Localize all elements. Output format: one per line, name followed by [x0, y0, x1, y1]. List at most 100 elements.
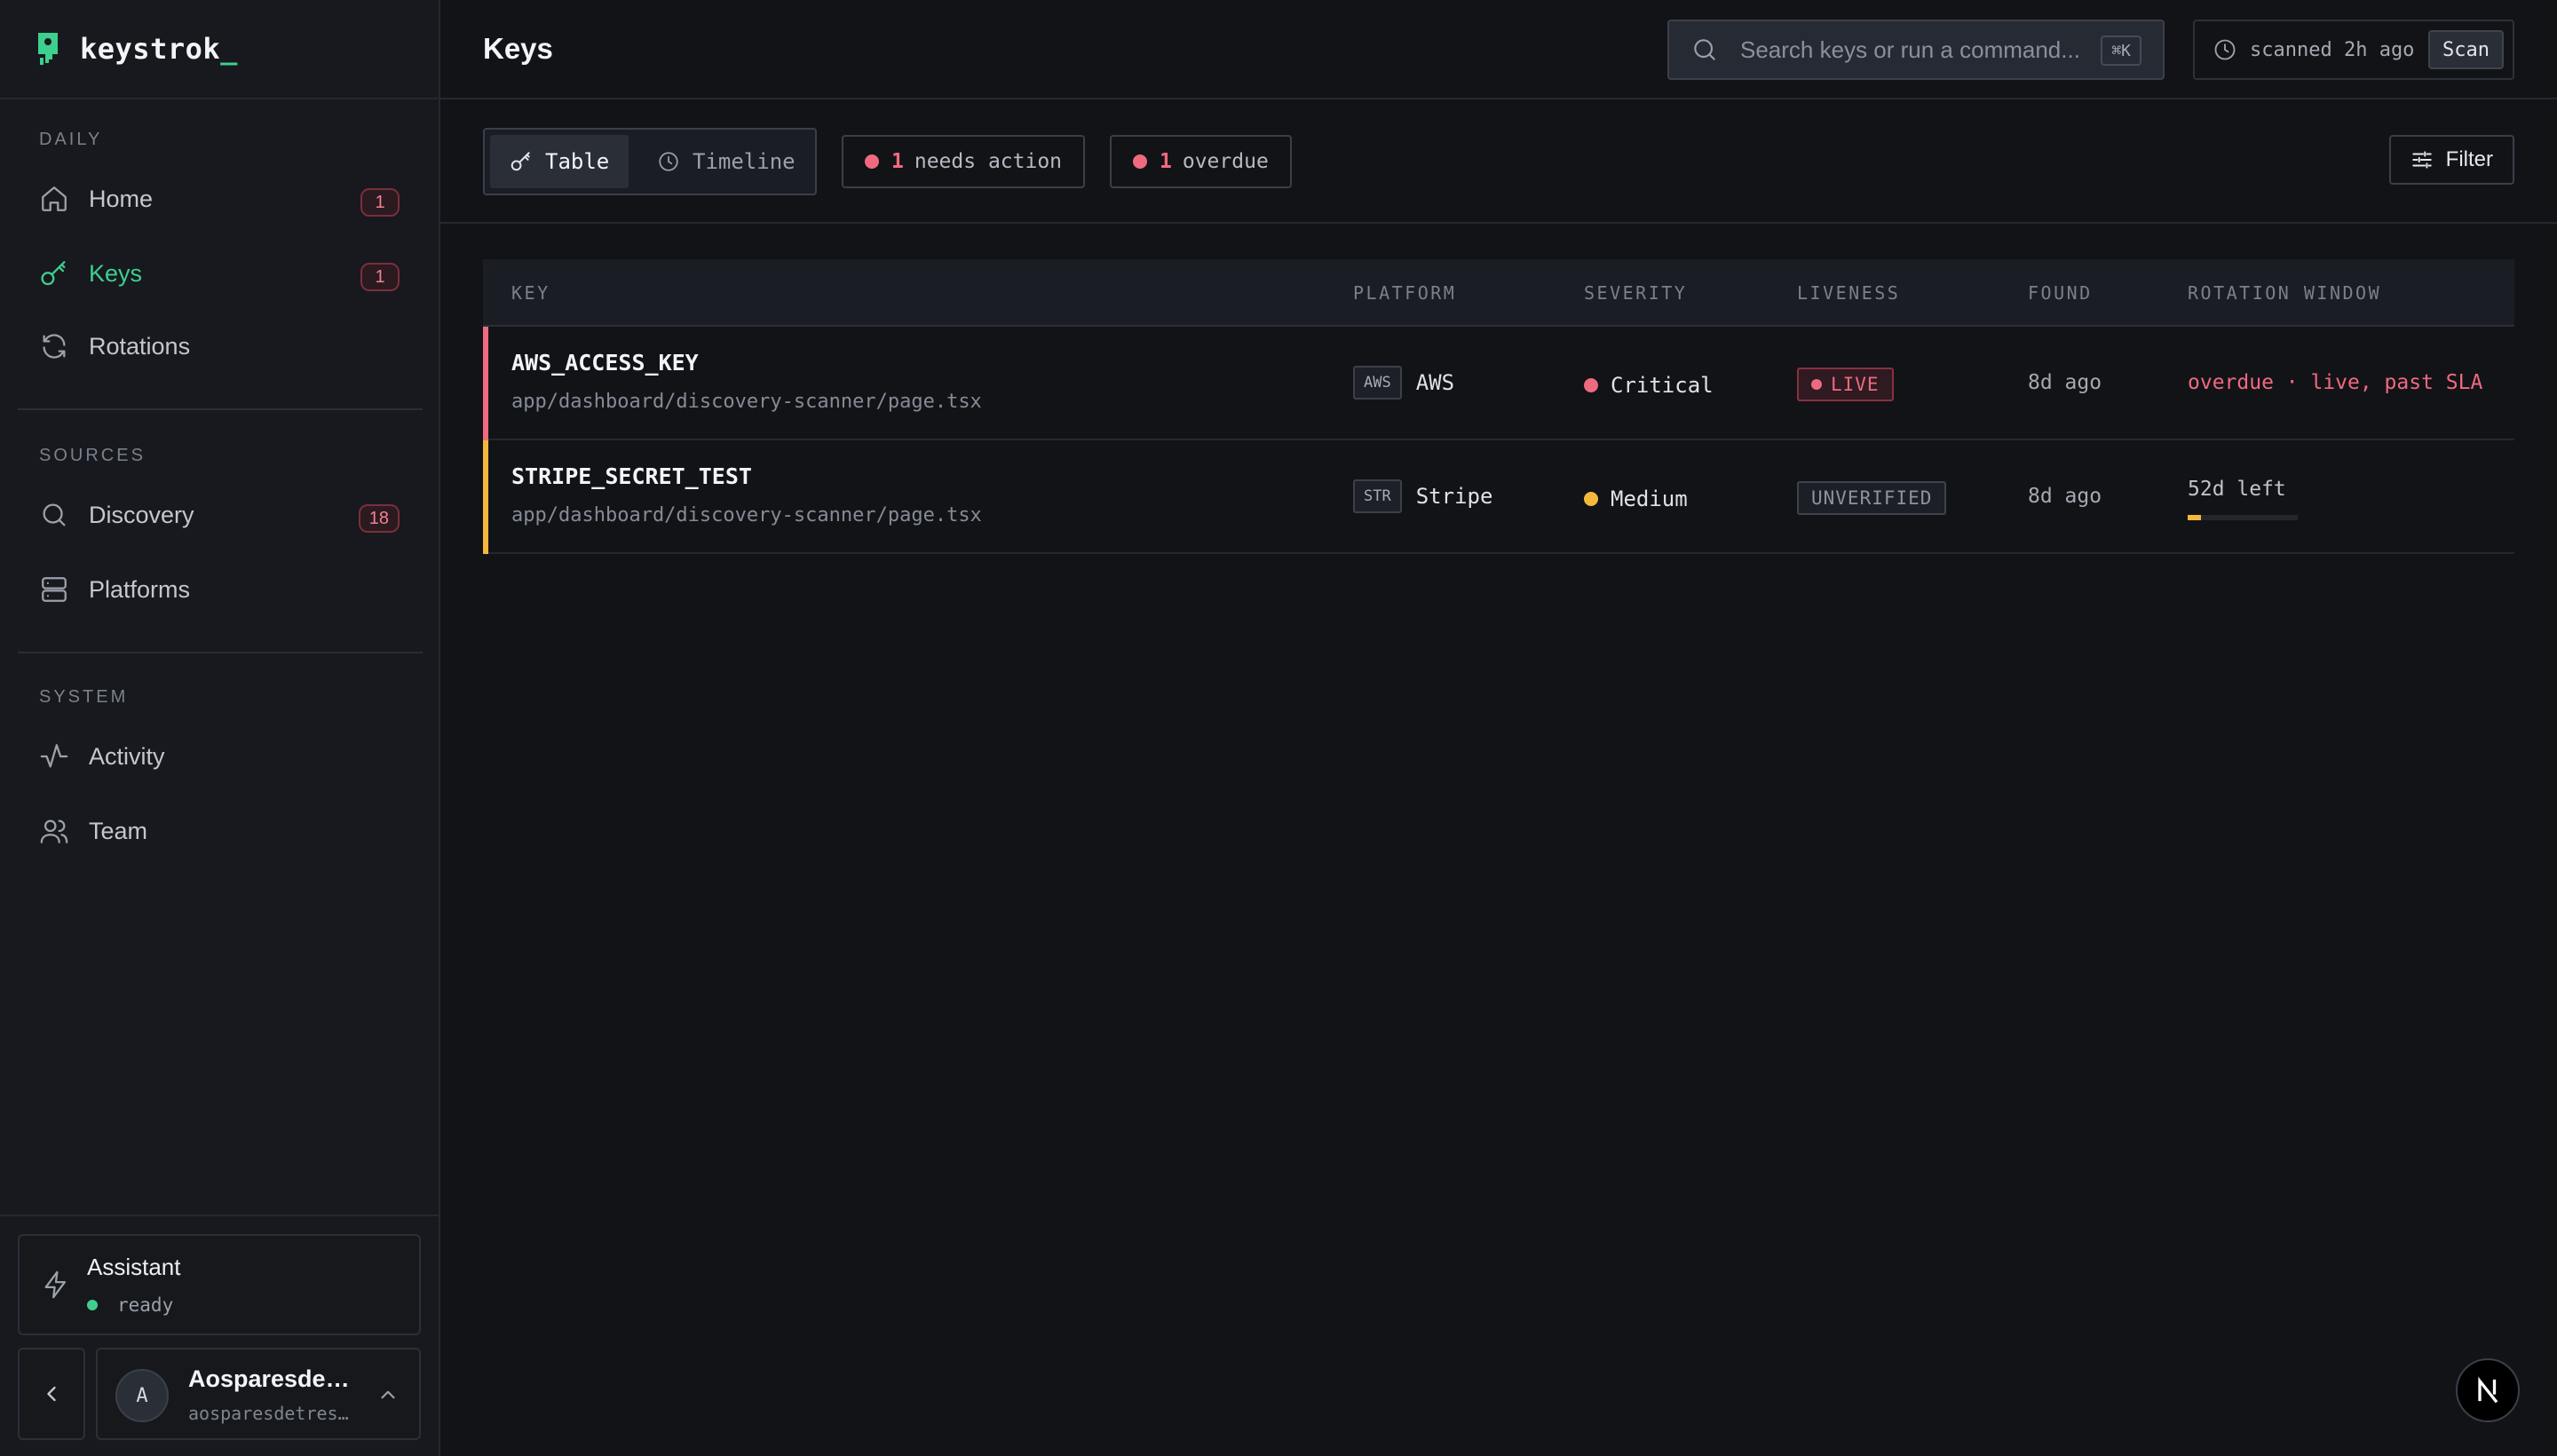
search-icon	[43, 503, 66, 526]
key-path: app/dashboard/discovery-scanner/page.tsx	[511, 391, 982, 413]
user-email: aosparesdetres…	[188, 1403, 349, 1424]
severity-cell: Medium	[1584, 487, 1688, 511]
column-header-key[interactable]: KEY	[511, 282, 550, 304]
rotation-window: overdue · live, past SLA	[2188, 371, 2483, 394]
clock-icon	[659, 152, 678, 171]
key-path: app/dashboard/discovery-scanner/page.tsx	[511, 504, 982, 526]
needs-action-filter-chip[interactable]: 1 needs action	[842, 135, 1086, 188]
sidebar-item-discovery[interactable]: Discovery 18	[18, 485, 423, 545]
zap-icon	[44, 1270, 67, 1299]
sidebar-item-label: Team	[89, 817, 148, 844]
sidebar-item-label: Activity	[89, 742, 165, 770]
view-toggle: Table Timeline	[483, 128, 817, 195]
sidebar-item-home[interactable]: Home 1	[18, 169, 423, 229]
sidebar-item-label: Rotations	[89, 332, 191, 360]
avatar: A	[115, 1369, 169, 1422]
table-row[interactable]: AWS_ACCESS_KEY app/dashboard/discovery-s…	[483, 327, 2514, 440]
keys-table: KEY PLATFORM SEVERITY LIVENESS FOUND ROT…	[483, 259, 2514, 554]
sidebar-item-activity[interactable]: Activity	[18, 726, 423, 787]
found-time: 8d ago	[2028, 485, 2102, 508]
next-logo-icon	[2478, 1376, 2498, 1404]
shortcut-hint: ⌘K	[2101, 36, 2141, 66]
severity-dot	[1584, 378, 1598, 392]
scan-status: scanned 2h ago Scan	[2193, 20, 2514, 80]
severity-dot	[1584, 492, 1598, 506]
divider	[18, 652, 423, 653]
sidebar-footer: Assistant ready A Aosparesdet… aosparesd…	[0, 1215, 440, 1456]
home-icon	[42, 186, 67, 211]
view-table-tab[interactable]: Table	[490, 135, 629, 188]
rotation-progress-bar	[2188, 515, 2298, 520]
rotation-progress-fill	[2188, 515, 2201, 520]
toolbar: Table Timeline 1 needs action 1 overdue …	[440, 99, 2557, 224]
live-dot	[1811, 379, 1822, 390]
status-dot	[865, 154, 879, 169]
table-row[interactable]: STRIPE_SECRET_TEST app/dashboard/discove…	[483, 440, 2514, 554]
clock-icon	[2214, 39, 2236, 60]
platform-code-badge: AWS	[1353, 366, 1402, 400]
key-icon	[41, 261, 66, 286]
filter-button[interactable]: Filter	[2388, 135, 2514, 185]
key-icon	[511, 152, 530, 171]
assistant-status: ready	[87, 1294, 173, 1316]
sidebar: keystrok_ DAILY Home 1 Keys 1 Rotations …	[0, 0, 440, 1456]
page-title: Keys	[483, 32, 553, 65]
sidebar-item-label: Keys	[89, 259, 143, 287]
column-header-platform[interactable]: PLATFORM	[1353, 282, 1456, 304]
platform-cell: STR Stripe	[1353, 479, 1492, 513]
column-header-rotation-window[interactable]: ROTATION WINDOW	[2188, 282, 2381, 304]
sidebar-item-label: Discovery	[89, 501, 194, 528]
count-badge: 18	[358, 504, 400, 533]
scan-button[interactable]: Scan	[2428, 30, 2504, 69]
search-icon	[1694, 39, 1715, 60]
platform-name: AWS	[1415, 370, 1455, 395]
status-dot	[1133, 154, 1147, 169]
liveness-badge: UNVERIFIED	[1797, 481, 1947, 515]
refresh-icon	[43, 334, 66, 359]
search-input[interactable]	[1740, 36, 2086, 64]
overdue-filter-chip[interactable]: 1 overdue	[1110, 135, 1292, 188]
platform-name: Stripe	[1415, 484, 1493, 509]
sidebar-item-team[interactable]: Team	[18, 801, 423, 861]
key-name: STRIPE_SECRET_TEST	[511, 463, 752, 489]
users-icon	[40, 819, 68, 843]
sidebar-item-platforms[interactable]: Platforms	[18, 559, 423, 620]
framework-badge[interactable]	[2456, 1358, 2520, 1422]
rotation-window: 52d left	[2188, 478, 2286, 501]
brand-name: keystrok_	[80, 32, 238, 66]
section-label-daily: DAILY	[39, 130, 103, 149]
section-label-sources: SOURCES	[39, 446, 146, 465]
collapse-sidebar-button[interactable]	[18, 1348, 85, 1440]
server-icon	[42, 577, 67, 602]
assistant-card[interactable]: Assistant ready	[18, 1234, 421, 1335]
column-header-severity[interactable]: SEVERITY	[1584, 282, 1687, 304]
brand[interactable]: keystrok_	[0, 0, 439, 99]
severity-accent-bar	[483, 440, 488, 554]
column-header-found[interactable]: FOUND	[2028, 282, 2093, 304]
chevron-up-icon	[381, 1390, 395, 1399]
key-name: AWS_ACCESS_KEY	[511, 350, 699, 376]
count-badge: 1	[360, 263, 400, 291]
section-label-system: SYSTEM	[39, 687, 129, 707]
platform-code-badge: STR	[1353, 479, 1402, 513]
sidebar-item-keys[interactable]: Keys 1	[18, 243, 423, 304]
table-header: KEY PLATFORM SEVERITY LIVENESS FOUND ROT…	[483, 259, 2514, 327]
divider	[18, 408, 423, 410]
scan-status-text: scanned 2h ago	[2250, 38, 2415, 61]
user-menu[interactable]: A Aosparesdet… aosparesdetres…	[96, 1348, 421, 1440]
search-bar[interactable]: ⌘K	[1667, 20, 2165, 80]
sidebar-item-rotations[interactable]: Rotations	[18, 316, 423, 376]
topbar: Keys ⌘K scanned 2h ago Scan	[440, 0, 2557, 99]
view-timeline-tab[interactable]: Timeline	[637, 135, 815, 188]
platform-cell: AWS AWS	[1353, 366, 1454, 400]
chevron-left-icon	[47, 1386, 56, 1402]
status-dot	[87, 1300, 98, 1310]
user-name: Aosparesdet…	[188, 1365, 357, 1392]
liveness-badge: LIVE	[1797, 368, 1894, 401]
sidebar-item-label: Home	[89, 185, 154, 212]
severity-cell: Critical	[1584, 373, 1714, 398]
main-content: Keys ⌘K scanned 2h ago Scan Table Timeli…	[440, 0, 2557, 1456]
column-header-liveness[interactable]: LIVENESS	[1797, 282, 1900, 304]
found-time: 8d ago	[2028, 371, 2102, 394]
severity-accent-bar	[483, 327, 488, 440]
